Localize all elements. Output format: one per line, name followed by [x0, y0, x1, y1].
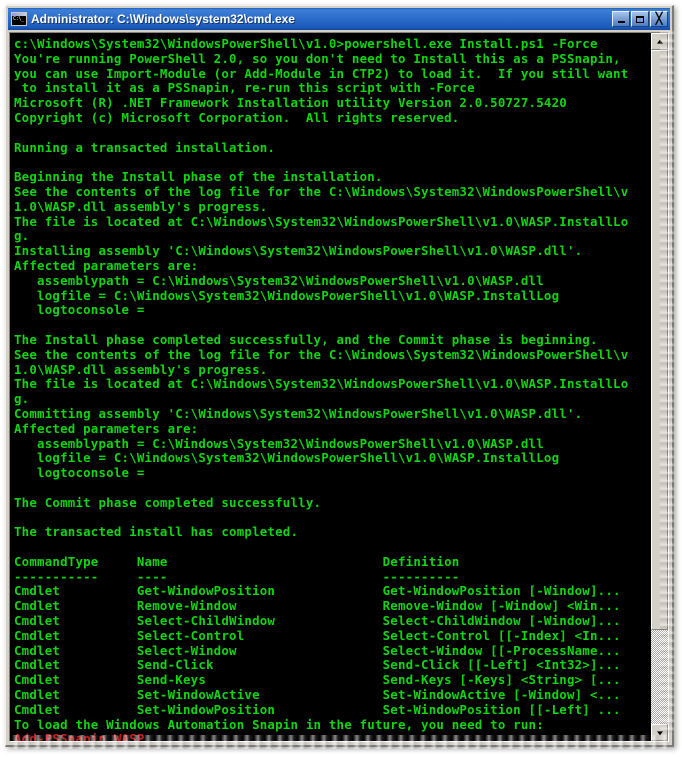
console-window: Administrator: C:\Windows\system32\cmd.e…	[5, 5, 674, 749]
console-line: 1.0\WASP.dll assembly's progress.	[14, 361, 268, 377]
console-line: Running a transacted installation.	[14, 139, 276, 155]
maximize-icon	[632, 12, 648, 26]
window-title: Administrator: C:\Windows\system32\cmd.e…	[31, 12, 295, 26]
console-line: Microsoft (R) .NET Framework Installatio…	[14, 95, 567, 111]
console-line: logfile = C:\Windows\System32\WindowsPow…	[14, 450, 560, 466]
console-line: you can use Import-Module (or Add-Module…	[14, 65, 629, 81]
maximize-button[interactable]	[631, 11, 649, 27]
console-line: Cmdlet Set-WindowPosition Set-WindowPosi…	[14, 701, 621, 717]
vertical-scrollbar[interactable]	[651, 33, 668, 741]
console-line: Beginning the Install phase of the insta…	[14, 169, 383, 185]
console-line: Add-PSSnapin WASP	[14, 731, 145, 741]
console-line: to install it as a PSSnapin, re-run this…	[14, 80, 475, 96]
console-line: The Install phase completed successfully…	[14, 331, 598, 347]
console-line: Copyright (c) Microsoft Corporation. All…	[14, 109, 460, 125]
scroll-up-button[interactable]	[651, 33, 668, 50]
console-line: Cmdlet Select-Window Select-Window [[-Pr…	[14, 642, 621, 658]
close-button[interactable]: ╳	[650, 11, 668, 27]
console-line: Cmdlet Get-WindowPosition Get-WindowPosi…	[14, 583, 621, 599]
console-line: logfile = C:\Windows\System32\WindowsPow…	[14, 287, 560, 303]
console-line: Cmdlet Select-Control Select-Control [[-…	[14, 627, 621, 643]
console-line: See the contents of the log file for the…	[14, 183, 629, 199]
screenshot-page: Administrator: C:\Windows\system32\cmd.e…	[0, 0, 682, 757]
console-line: Cmdlet Send-Click Send-Click [[-Left] <I…	[14, 657, 621, 673]
console-line: ----------- ---- ----------	[14, 568, 460, 584]
scroll-down-arrow-icon	[656, 730, 663, 735]
scroll-up-arrow-icon	[656, 39, 663, 44]
console-line: g.	[14, 228, 30, 244]
scroll-down-button[interactable]	[651, 724, 668, 741]
console-line: See the contents of the log file for the…	[14, 346, 629, 362]
console-line: assemblypath = C:\Windows\System32\Windo…	[14, 272, 544, 288]
close-icon: ╳	[655, 12, 663, 25]
console-line: The transacted install has completed.	[14, 524, 299, 540]
console-line: Cmdlet Select-ChildWindow Select-ChildWi…	[14, 613, 621, 629]
console-line: Cmdlet Send-Keys Send-Keys [-Keys] <Stri…	[14, 672, 621, 688]
console-line: The Commit phase completed successfully.	[14, 494, 322, 510]
console-line: Installing assembly 'C:\Windows\System32…	[14, 243, 583, 259]
console-line: The file is located at C:\Windows\System…	[14, 376, 629, 392]
console-text: c:\Windows\System32\WindowsPowerShell\v1…	[14, 36, 651, 741]
window-titlebar[interactable]: Administrator: C:\Windows\system32\cmd.e…	[8, 8, 670, 30]
console-line: Affected parameters are:	[14, 420, 199, 436]
console-line: logtoconsole =	[14, 465, 145, 481]
console-line: logtoconsole =	[14, 302, 145, 318]
console-line: assemblypath = C:\Windows\System32\Windo…	[14, 435, 544, 451]
console-line: g.	[14, 391, 30, 407]
console-line: c:\Windows\System32\WindowsPowerShell\v1…	[14, 36, 598, 51]
minimize-button[interactable]	[612, 11, 630, 27]
window-controls: ╳	[612, 11, 668, 27]
scrollbar-thumb[interactable]	[651, 50, 668, 630]
scrollbar-track[interactable]	[651, 50, 668, 724]
window-client-area: c:\Windows\System32\WindowsPowerShell\v1…	[9, 32, 669, 742]
console-line: To load the Windows Automation Snapin in…	[14, 716, 544, 732]
console-line: CommandType Name Definition	[14, 553, 460, 569]
minimize-icon	[613, 12, 629, 26]
console-window-icon	[11, 12, 27, 26]
console-line: Affected parameters are:	[14, 257, 199, 273]
console-line: Cmdlet Remove-Window Remove-Window [-Win…	[14, 598, 621, 614]
console-output-area[interactable]: c:\Windows\System32\WindowsPowerShell\v1…	[10, 33, 651, 741]
console-line: You're running PowerShell 2.0, so you do…	[14, 50, 621, 66]
console-line: Committing assembly 'C:\Windows\System32…	[14, 405, 583, 421]
console-line: The file is located at C:\Windows\System…	[14, 213, 629, 229]
console-line: Cmdlet Set-WindowActive Set-WindowActive…	[14, 687, 621, 703]
console-line: 1.0\WASP.dll assembly's progress.	[14, 198, 268, 214]
